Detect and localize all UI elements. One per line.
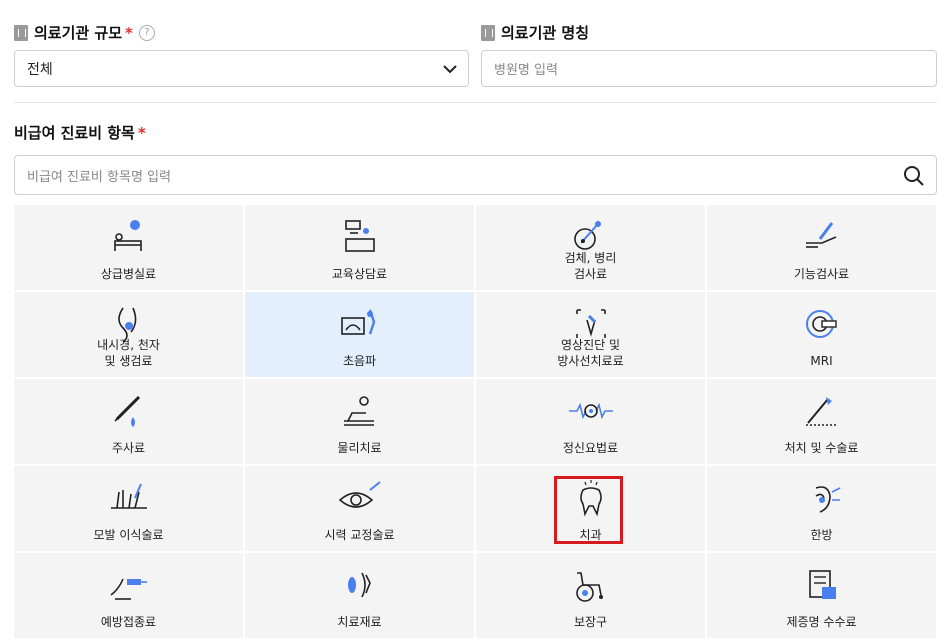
- vaccination-icon: [110, 578, 147, 600]
- chevron-down-icon: [443, 65, 457, 74]
- category-specimen-pathology[interactable]: 검체, 병리 검사료: [476, 205, 705, 290]
- vision-correction-icon: [338, 481, 381, 508]
- category-label: 보장구: [573, 615, 608, 629]
- category-vaccination[interactable]: 예방접종료: [14, 553, 243, 638]
- institution-name-input[interactable]: 병원명 입력: [481, 50, 937, 87]
- category-injection[interactable]: 주사료: [14, 379, 243, 464]
- category-label: 내시경, 천자 및 생검료: [97, 338, 160, 368]
- category-label: MRI: [810, 354, 833, 368]
- required-mark: *: [137, 124, 146, 142]
- physical-therapy-icon: [343, 396, 374, 426]
- category-surgery[interactable]: 처치 및 수술료: [707, 379, 936, 464]
- oriental-medicine-icon: [815, 486, 840, 513]
- category-treatment-material[interactable]: 치료재료: [245, 553, 474, 638]
- category-hair-transplant[interactable]: 모발 이식술료: [14, 466, 243, 551]
- treatment-material-icon: [347, 572, 371, 598]
- help-icon[interactable]: ?: [138, 24, 155, 41]
- category-label: 영상진단 및 방사선치료료: [557, 338, 624, 368]
- building-icon: [14, 24, 28, 41]
- surgery-icon: [805, 397, 836, 426]
- category-physical-therapy[interactable]: 물리치료: [245, 379, 474, 464]
- category-label: 예방접종료: [100, 615, 157, 629]
- function-test-icon: [805, 222, 836, 248]
- category-endoscopy[interactable]: 내시경, 천자 및 생검료: [14, 292, 243, 377]
- category-orthosis[interactable]: 보장구: [476, 553, 705, 638]
- institution-name-placeholder: 병원명 입력: [494, 63, 558, 78]
- item-search-input[interactable]: 비급여 진료비 항목명 입력: [14, 155, 937, 195]
- category-grid: 상급병실료 교육상담료 검체, 병리 검사료기능검사료내시경, 천자 및 생검료초음…: [14, 205, 937, 638]
- item-search-placeholder: 비급여 진료비 항목명 입력: [27, 169, 171, 185]
- category-label: 물리치료: [337, 441, 382, 455]
- institution-size-label: 의료기관 규모 * ?: [14, 22, 155, 43]
- category-premium-ward[interactable]: 상급병실료: [14, 205, 243, 290]
- category-label: 주사료: [111, 441, 146, 455]
- category-label: 교육상담료: [331, 267, 388, 281]
- category-ultrasound[interactable]: 초음파: [245, 292, 474, 377]
- category-label: 초음파: [342, 354, 377, 368]
- hospital-bed-icon: [113, 220, 142, 251]
- category-label: 검체, 병리 검사료: [564, 251, 617, 281]
- category-imaging-radiation[interactable]: 영상진단 및 방사선치료료: [476, 292, 705, 377]
- institution-size-select[interactable]: 전체: [14, 50, 469, 87]
- category-label: 정신요법료: [562, 441, 619, 455]
- psychotherapy-icon: [568, 402, 613, 420]
- category-counseling[interactable]: 교육상담료: [245, 205, 474, 290]
- hospital-building-icon: [481, 24, 495, 41]
- category-label: 기능검사료: [793, 267, 850, 281]
- certificate-fee-icon: [808, 570, 836, 599]
- counseling-icon: [344, 220, 375, 252]
- required-mark: *: [125, 23, 133, 42]
- tooth-icon: [579, 480, 602, 517]
- category-vision-correction[interactable]: 시력 교정술료: [245, 466, 474, 551]
- category-mri[interactable]: MRI: [707, 292, 936, 377]
- hair-transplant-icon: [110, 483, 147, 509]
- search-form: 의료기관 규모 * ? 전체 의료기관 명칭 병원명 입력 비급여 진료비 항목…: [0, 0, 947, 644]
- category-label: 제증명 수수료: [786, 615, 857, 629]
- category-label: 상급병실료: [100, 267, 157, 281]
- wheelchair-icon: [575, 572, 603, 602]
- category-psychotherapy[interactable]: 정신요법료: [476, 379, 705, 464]
- item-section-label: 비급여 진료비 항목 *: [14, 124, 146, 142]
- category-label: 처치 및 수술료: [784, 441, 859, 455]
- category-label: 시력 교정술료: [324, 528, 395, 542]
- syringe-icon: [113, 395, 140, 427]
- category-label: 치료재료: [337, 615, 382, 629]
- ultrasound-icon: [340, 309, 375, 335]
- search-icon[interactable]: [902, 164, 926, 188]
- category-dental[interactable]: 치과: [476, 466, 705, 551]
- category-function-test[interactable]: 기능검사료: [707, 205, 936, 290]
- category-label: 모발 이식술료: [93, 528, 164, 542]
- category-label: 한방: [810, 528, 833, 542]
- institution-name-label: 의료기관 명칭: [481, 22, 589, 43]
- institution-size-value: 전체: [27, 61, 53, 78]
- category-label: 치과: [579, 528, 602, 542]
- category-certificate-fee[interactable]: 제증명 수수료: [707, 553, 936, 638]
- category-oriental-medicine[interactable]: 한방: [707, 466, 936, 551]
- mri-icon: [805, 310, 837, 338]
- divider: [14, 102, 937, 103]
